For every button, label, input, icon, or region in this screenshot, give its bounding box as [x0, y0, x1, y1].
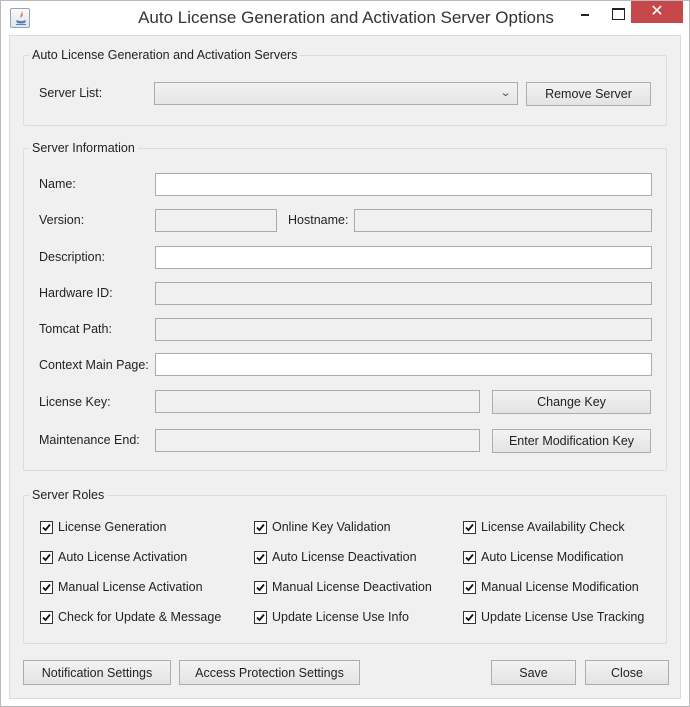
server-list-dropdown[interactable]: ⌄ [154, 82, 518, 105]
tomcat-path-label: Tomcat Path: [39, 322, 112, 336]
role-checkbox-label: Auto License Modification [481, 550, 624, 564]
name-field[interactable] [155, 173, 652, 196]
maintenance-end-label: Maintenance End: [39, 433, 140, 447]
license-key-field [155, 390, 480, 413]
hostname-label: Hostname: [288, 213, 349, 227]
title-bar[interactable]: Auto License Generation and Activation S… [1, 1, 689, 35]
role-checkbox-label: Update License Use Tracking [481, 610, 645, 624]
maximize-icon[interactable] [604, 1, 630, 25]
hostname-field [354, 209, 652, 232]
role-checkbox[interactable]: License Generation [40, 519, 166, 535]
maintenance-end-field [155, 429, 480, 452]
checkmark-icon[interactable] [40, 610, 53, 624]
role-checkbox[interactable]: Update License Use Info [254, 609, 409, 625]
dialog-content: Auto License Generation and Activation S… [9, 35, 681, 699]
notification-settings-button[interactable]: Notification Settings [23, 660, 171, 685]
description-field[interactable] [155, 246, 652, 269]
change-key-button[interactable]: Change Key [492, 390, 651, 414]
role-checkbox-label: Manual License Modification [481, 580, 639, 594]
close-icon: ✕ [650, 3, 664, 20]
role-checkbox-label: Update License Use Info [272, 610, 409, 624]
role-checkbox[interactable]: Online Key Validation [254, 519, 391, 535]
checkmark-icon[interactable] [254, 550, 267, 564]
context-main-page-label: Context Main Page: [39, 358, 149, 372]
context-main-page-field[interactable] [155, 353, 652, 376]
checkmark-icon[interactable] [254, 610, 267, 624]
role-checkbox-label: Manual License Activation [58, 580, 203, 594]
servers-group-legend: Auto License Generation and Activation S… [32, 48, 298, 62]
access-protection-settings-button[interactable]: Access Protection Settings [179, 660, 360, 685]
role-checkbox[interactable]: Check for Update & Message [40, 609, 221, 625]
checkmark-icon[interactable] [40, 550, 53, 564]
enter-modification-key-button[interactable]: Enter Modification Key [492, 429, 651, 453]
description-label: Description: [39, 250, 105, 264]
role-checkbox-label: Online Key Validation [272, 520, 391, 534]
role-checkbox[interactable]: Auto License Activation [40, 549, 187, 565]
version-label: Version: [39, 213, 85, 227]
checkmark-icon[interactable] [463, 610, 476, 624]
server-information-legend: Server Information [32, 141, 135, 155]
role-checkbox[interactable]: License Availability Check [463, 519, 625, 535]
role-checkbox[interactable]: Update License Use Tracking [463, 609, 644, 625]
checkmark-icon[interactable] [463, 520, 476, 534]
server-roles-legend: Server Roles [32, 488, 105, 502]
version-field [155, 209, 277, 232]
remove-server-button[interactable]: Remove Server [526, 82, 651, 106]
hardware-id-label: Hardware ID: [39, 286, 113, 300]
role-checkbox[interactable]: Manual License Activation [40, 579, 203, 595]
minimize-icon[interactable] [574, 1, 600, 25]
save-button[interactable]: Save [491, 660, 576, 685]
checkmark-icon[interactable] [463, 550, 476, 564]
chevron-down-icon: ⌄ [499, 87, 512, 99]
role-checkbox-label: License Availability Check [481, 520, 625, 534]
checkmark-icon[interactable] [254, 520, 267, 534]
server-list-label: Server List: [39, 86, 103, 100]
checkmark-icon[interactable] [40, 580, 53, 594]
role-checkbox-label: Auto License Deactivation [272, 550, 417, 564]
checkmark-icon[interactable] [463, 580, 476, 594]
close-button[interactable]: Close [585, 660, 669, 685]
role-checkbox[interactable]: Manual License Modification [463, 579, 639, 595]
hardware-id-field [155, 282, 652, 305]
checkmark-icon[interactable] [40, 520, 53, 534]
role-checkbox-label: License Generation [58, 520, 167, 534]
close-window-button[interactable]: ✕ [631, 1, 683, 23]
role-checkbox-label: Auto License Activation [58, 550, 188, 564]
role-checkbox[interactable]: Auto License Modification [463, 549, 623, 565]
role-checkbox[interactable]: Auto License Deactivation [254, 549, 417, 565]
tomcat-path-field [155, 318, 652, 341]
role-checkbox-label: Check for Update & Message [58, 610, 222, 624]
checkmark-icon[interactable] [254, 580, 267, 594]
role-checkbox-label: Manual License Deactivation [272, 580, 432, 594]
name-label: Name: [39, 177, 76, 191]
dialog-window: Auto License Generation and Activation S… [0, 0, 690, 707]
license-key-label: License Key: [39, 395, 111, 409]
role-checkbox[interactable]: Manual License Deactivation [254, 579, 432, 595]
